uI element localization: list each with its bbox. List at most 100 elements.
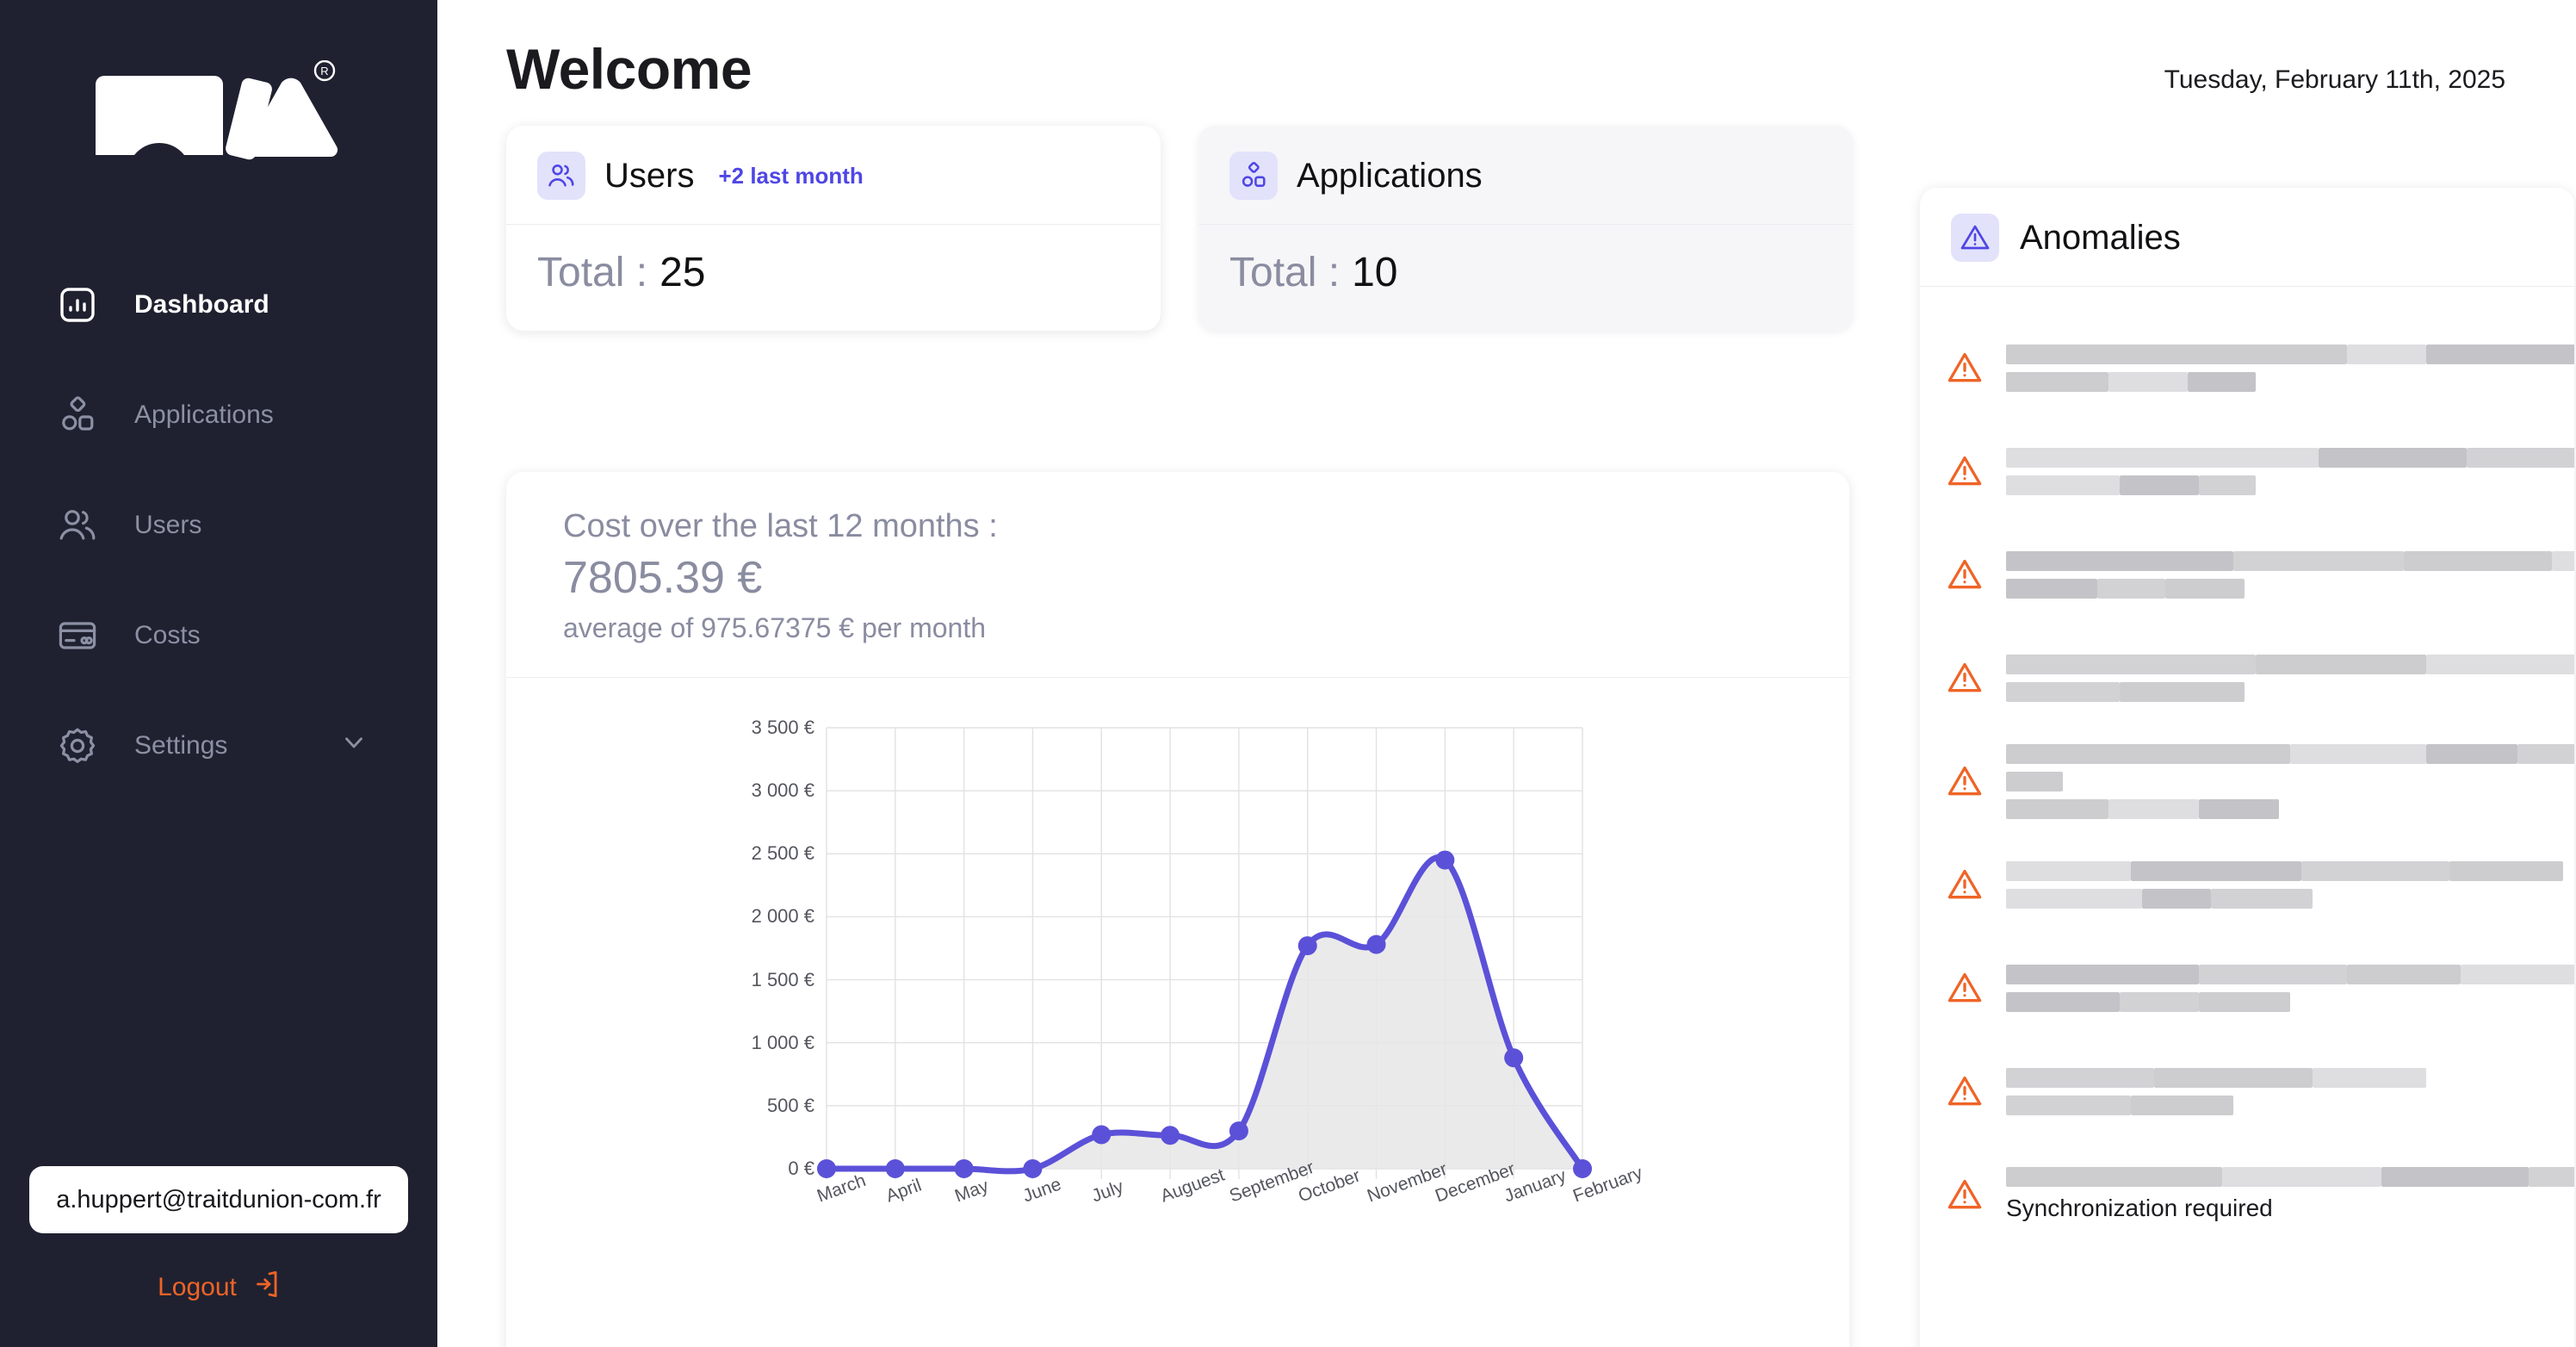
- anomaly-text-segment: [2199, 798, 2279, 819]
- anomaly-text-segment: [2006, 447, 2319, 468]
- anomaly-row[interactable]: [1946, 1040, 2548, 1143]
- anomaly-text-segment: [2449, 860, 2563, 881]
- applications-stat-card[interactable]: Applications Total : 10: [1198, 126, 1853, 331]
- anomaly-text-line: [2006, 743, 2574, 764]
- anomaly-text-segment: [2108, 371, 2189, 392]
- sidebar-item-costs[interactable]: Costs: [0, 580, 437, 691]
- anomaly-text-segment: [2404, 550, 2552, 571]
- chart-y-tick: 500 €: [766, 1094, 814, 1116]
- applications-total-value: 10: [1352, 250, 1398, 295]
- users-icon: [537, 152, 585, 200]
- anomaly-text-segment: [2006, 371, 2108, 392]
- anomaly-row[interactable]: [1946, 936, 2574, 1040]
- chevron-down-icon[interactable]: [339, 728, 368, 764]
- chart-y-tick: 0 €: [788, 1158, 814, 1179]
- anomaly-text-segment: [2381, 1167, 2530, 1187]
- anomaly-text-segment: [2006, 888, 2143, 909]
- chart-y-tick: 2 000 €: [751, 905, 814, 928]
- anomaly-text-segment: [2006, 964, 2200, 984]
- anomaly-redacted-text: [2006, 860, 2563, 909]
- sidebar-footer: a.huppert@traitdunion-com.fr Logout: [0, 1166, 437, 1347]
- anomaly-text-segment: [2346, 964, 2461, 984]
- users-total-value: 25: [659, 250, 706, 295]
- anomaly-text-segment: [2006, 743, 2290, 764]
- logout-label: Logout: [158, 1273, 237, 1301]
- topbar: Welcome Tuesday, February 11th, 2025: [437, 0, 2576, 102]
- applications-total-label: Total :: [1229, 250, 1341, 295]
- sidebar-item-settings[interactable]: Settings: [0, 691, 437, 801]
- anomaly-redacted-text: [2006, 964, 2574, 1012]
- users-total-label: Total :: [537, 250, 648, 295]
- anomaly-text-segment: [2006, 860, 2132, 881]
- anomaly-text-line: [2006, 681, 2574, 702]
- logo-wrap: R: [0, 0, 437, 224]
- anomaly-row[interactable]: Synchronization required: [1946, 1143, 2574, 1246]
- sidebar-item-label: Costs: [134, 621, 201, 649]
- anomaly-text-segment: [2233, 550, 2404, 571]
- anomaly-text-line: [2006, 578, 2574, 599]
- warning-triangle-orange-icon: [1946, 349, 1984, 387]
- sidebar-item-dashboard[interactable]: Dashboard: [0, 250, 437, 360]
- chart-y-tick: 1 500 €: [751, 968, 814, 990]
- chart-y-tick: 1 000 €: [751, 1031, 814, 1053]
- warning-triangle-orange-icon: [1946, 762, 1984, 800]
- sidebar-item-applications[interactable]: Applications: [0, 360, 437, 470]
- warning-triangle-orange-icon: [1946, 659, 1984, 697]
- logout-button[interactable]: Logout: [0, 1269, 437, 1306]
- anomaly-row[interactable]: [1946, 523, 2574, 626]
- anomaly-row[interactable]: [1946, 316, 2574, 419]
- anomaly-row[interactable]: [1946, 833, 2563, 936]
- anomaly-text-segment: [2006, 654, 2257, 674]
- anomaly-text-segment: [2142, 888, 2211, 909]
- apps-shapes-icon: [1229, 152, 1278, 200]
- users-delta-badge: +2 last month: [718, 162, 864, 189]
- users-card-body: Total : 25: [506, 225, 1161, 331]
- cost-chart-card: Cost over the last 12 months : 7805.39 €…: [506, 472, 1849, 1347]
- logo-mark: R: [96, 59, 338, 160]
- anomaly-text-segment: [2131, 1095, 2233, 1115]
- cost-chart[interactable]: 0 € 500 € 1 000 € 1 500 € 2 000 € 2 500 € 3 00…: [506, 678, 1849, 1281]
- anomaly-row[interactable]: [1946, 626, 2574, 729]
- anomaly-text-segment: [2426, 654, 2574, 674]
- cost-average: average of 975.67375 € per month: [563, 612, 987, 643]
- anomaly-redacted-text: [2006, 344, 2574, 392]
- anomaly-text-line: [2006, 1167, 2574, 1187]
- anomaly-redacted-text: [2006, 1067, 2548, 1115]
- cost-summary: Cost over the last 12 months : 7805.39 €…: [506, 472, 1849, 678]
- anomaly-text-segment: [2006, 1095, 2132, 1115]
- logout-icon: [251, 1269, 280, 1306]
- anomalies-panel: Anomalies Synchronization required: [1920, 188, 2574, 1347]
- warning-triangle-orange-icon: [1946, 452, 1984, 490]
- sidebar-item-label: Users: [134, 511, 202, 539]
- anomaly-text-segment: [2108, 798, 2200, 819]
- sidebar-nav: Dashboard Applications Users Costs Setti…: [0, 250, 437, 801]
- chart-y-tick: 3 000 €: [751, 779, 814, 802]
- anomaly-text-segment: [2221, 1167, 2381, 1187]
- anomaly-text-segment: [2517, 743, 2574, 764]
- anomaly-text-segment: [2313, 1067, 2427, 1088]
- anomaly-text-segment: [2256, 654, 2427, 674]
- anomaly-row[interactable]: [1946, 419, 2574, 523]
- traitdunion-logo: R: [94, 59, 344, 164]
- anomaly-text-line: [2006, 991, 2574, 1012]
- anomaly-text-segment: [2006, 1167, 2222, 1187]
- anomaly-text-line: [2006, 860, 2563, 881]
- anomaly-text-segment: [2347, 344, 2427, 364]
- anomaly-text-segment: [2466, 447, 2574, 468]
- warning-triangle-orange-icon: [1946, 866, 1984, 903]
- anomaly-row[interactable]: [1946, 729, 2574, 833]
- anomaly-redacted-text: [2006, 550, 2574, 599]
- anomaly-text-line: [2006, 371, 2574, 392]
- sidebar: R Dashboard Applications Users Costs Set…: [0, 0, 437, 1347]
- gear-icon: [53, 722, 102, 770]
- anomaly-text-line: [2006, 654, 2574, 674]
- anomaly-text-line: [2006, 771, 2574, 791]
- users-stat-card[interactable]: Users +2 last month Total : 25: [506, 126, 1161, 331]
- sidebar-item-users[interactable]: Users: [0, 470, 437, 580]
- anomaly-text-line: [2006, 475, 2574, 495]
- cost-total: 7805.39 €: [563, 553, 763, 603]
- anomalies-list: Synchronization required: [1920, 287, 2574, 1246]
- anomaly-text-segment: [2006, 681, 2120, 702]
- anomaly-text-line: [2006, 1067, 2548, 1088]
- anomaly-text-segment: [2319, 447, 2467, 468]
